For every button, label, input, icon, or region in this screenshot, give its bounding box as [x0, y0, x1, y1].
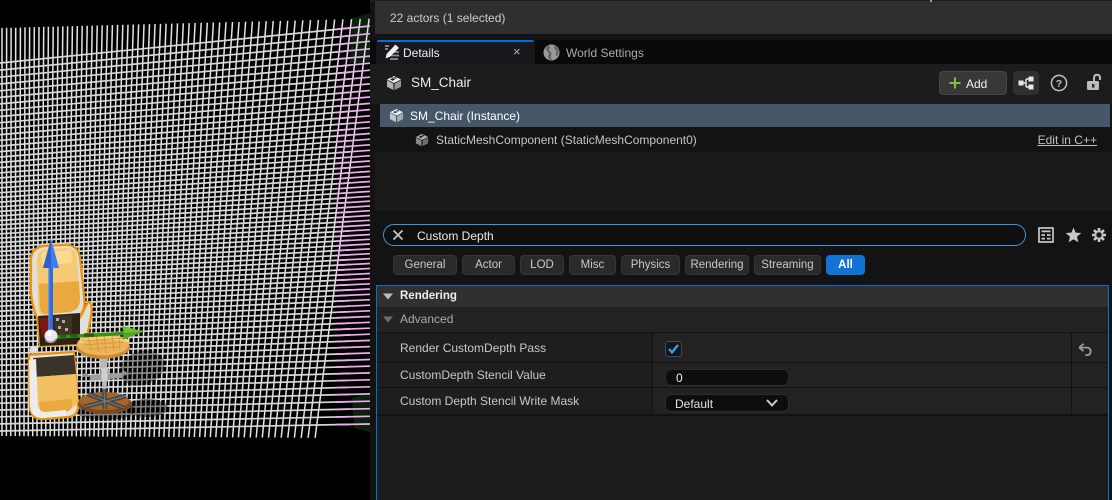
svg-text:?: ?: [1056, 78, 1062, 90]
